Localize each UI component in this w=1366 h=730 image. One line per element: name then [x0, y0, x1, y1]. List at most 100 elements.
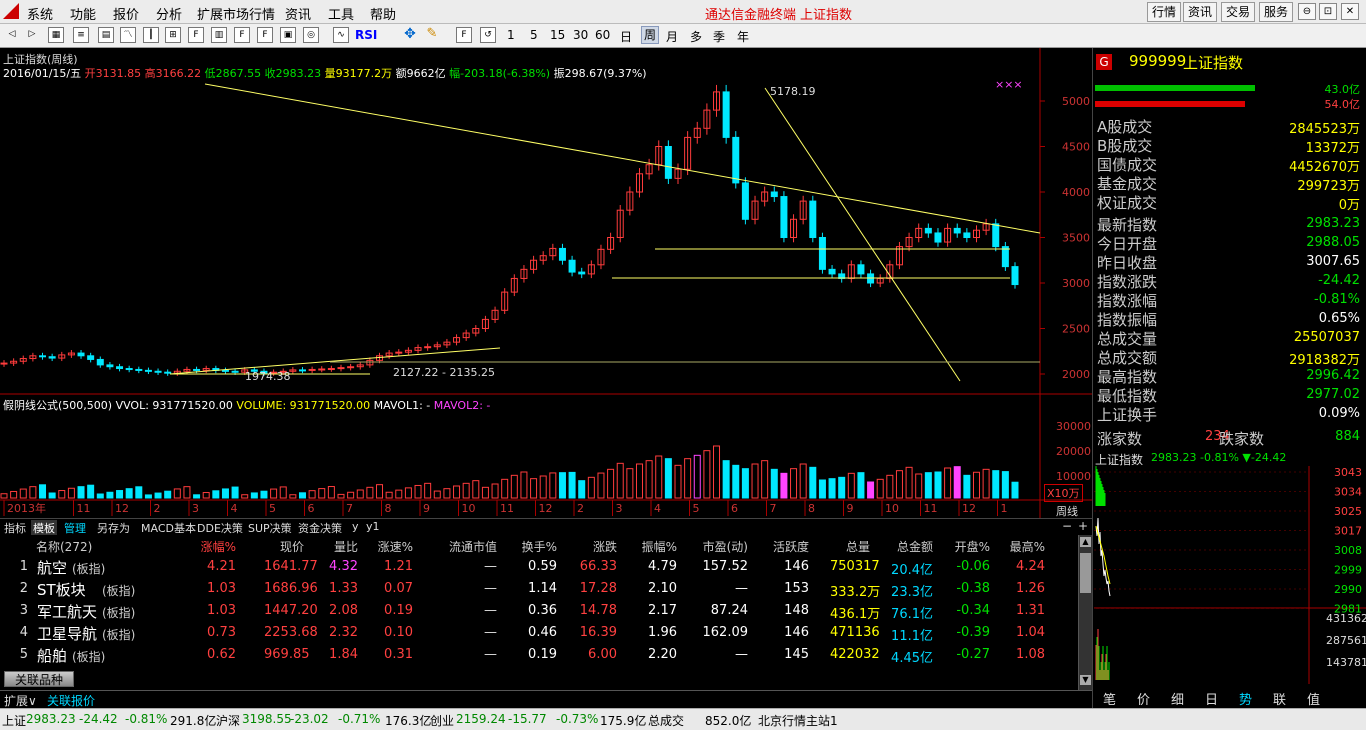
rsi-button[interactable]: RSI: [355, 28, 377, 42]
period-multi[interactable]: 多: [690, 28, 702, 45]
menu-function[interactable]: 功能: [70, 4, 96, 23]
col-change-pct[interactable]: 涨幅%: [196, 538, 236, 555]
period-5min[interactable]: 5: [530, 28, 538, 42]
related-quote-tab[interactable]: 关联报价: [47, 692, 95, 709]
tab-fund[interactable]: 资金决策: [296, 520, 344, 536]
related-tab[interactable]: 关联品种: [4, 671, 74, 687]
tab-y1[interactable]: y1: [364, 520, 382, 533]
trade-button[interactable]: 交易: [1221, 2, 1255, 22]
period-60min[interactable]: 60: [595, 28, 610, 42]
kline-svg[interactable]: 5000 4500 4000 3500 3000 2500 2000 30000 20000 10…: [0, 48, 1092, 518]
panel-tab[interactable]: 日: [1205, 689, 1218, 708]
menu-news[interactable]: 资讯: [285, 4, 311, 23]
scroll-up-icon[interactable]: ▲: [1080, 537, 1091, 547]
intraday-mini-chart[interactable]: 3043303430253017300829992990298143136228…: [1094, 466, 1366, 684]
back-arrow-icon[interactable]: ◁: [4, 27, 20, 43]
pencil-icon[interactable]: ✎: [424, 27, 440, 43]
menu-extended-market[interactable]: 扩展市场行情: [197, 4, 275, 23]
menu-tools[interactable]: 工具: [328, 4, 354, 23]
tab-manage[interactable]: 管理: [62, 520, 88, 536]
news-button[interactable]: 资讯: [1183, 2, 1217, 22]
table-row[interactable]: 4 卫星导航 (板指) 0.73 2253.68 2.32 0.10 — 0.46 16.39 1.…: [0, 623, 1078, 645]
zoom-out-icon[interactable]: −: [1062, 519, 1072, 533]
scroll-thumb[interactable]: [1080, 553, 1091, 593]
panel-tab[interactable]: 笔: [1103, 689, 1116, 708]
fundamental-icon[interactable]: F: [234, 27, 250, 43]
col-amplitude[interactable]: 振幅%: [637, 538, 677, 555]
menu-help[interactable]: 帮助: [370, 4, 396, 23]
panel-tab[interactable]: 值: [1307, 689, 1320, 708]
formula-icon[interactable]: F: [456, 27, 472, 43]
stat-value: 299723万: [1297, 179, 1360, 194]
period-quarter[interactable]: 季: [713, 28, 725, 45]
col-float-cap[interactable]: 流通市值: [437, 538, 497, 555]
tab-indicator[interactable]: 指标: [2, 520, 28, 536]
panel-tab[interactable]: 细: [1171, 689, 1184, 708]
col-volume[interactable]: 总量: [830, 538, 870, 555]
table-row[interactable]: 5 船舶 (板指) 0.62 969.85 1.84 0.31 — 0.19 6.00 2.20 — 1…: [0, 645, 1078, 667]
scroll-down-icon[interactable]: ▼: [1080, 675, 1091, 685]
col-high-pct[interactable]: 最高%: [1005, 538, 1045, 555]
tab-save-as[interactable]: 另存为: [95, 520, 132, 536]
col-speed[interactable]: 涨速%: [373, 538, 413, 555]
close-icon[interactable]: ✕: [1341, 3, 1359, 20]
service-button[interactable]: 服务: [1259, 2, 1293, 22]
forward-arrow-icon[interactable]: ▷: [24, 27, 40, 43]
menu-analysis[interactable]: 分析: [156, 4, 182, 23]
kline-chart[interactable]: 5000 4500 4000 3500 3000 2500 2000 30000 20000 10…: [0, 48, 1092, 518]
wave-icon[interactable]: ∿: [333, 27, 349, 43]
tab-dde[interactable]: DDE决策: [195, 520, 245, 536]
col-pe[interactable]: 市盈(动): [688, 538, 748, 555]
period-30min[interactable]: 30: [573, 28, 588, 42]
tab-sup[interactable]: SUP决策: [246, 520, 294, 536]
up-count-label: 涨家数: [1097, 430, 1143, 448]
col-turnover[interactable]: 换手%: [517, 538, 557, 555]
table-icon[interactable]: ▤: [98, 27, 114, 43]
table-row[interactable]: 3 军工航天 (板指) 1.03 1447.20 2.08 0.19 — 0.36 14.78 2.…: [0, 601, 1078, 623]
quote-button[interactable]: 行情: [1147, 2, 1181, 22]
menu-quote[interactable]: 报价: [113, 4, 139, 23]
period-year[interactable]: 年: [737, 28, 749, 45]
table-row[interactable]: 1 航空 (板指) 4.21 1641.77 4.32 1.21 — 0.59 66.33 4.79…: [0, 557, 1078, 579]
panel-tab[interactable]: 势: [1239, 689, 1252, 708]
menu-system[interactable]: 系统: [27, 4, 53, 23]
table-row[interactable]: 2 ST板块 (板指) 1.03 1686.96 1.33 0.07 — 1.14 17.28 2.…: [0, 579, 1078, 601]
restore-icon[interactable]: ↺: [480, 27, 496, 43]
col-amount[interactable]: 总金额: [888, 538, 933, 555]
col-open-pct[interactable]: 开盘%: [950, 538, 990, 555]
volume-bar: [578, 480, 586, 499]
report-icon[interactable]: ▥: [211, 27, 227, 43]
col-price[interactable]: 现价: [264, 538, 304, 555]
refresh-icon[interactable]: ◎: [303, 27, 319, 43]
candle-icon[interactable]: ┃: [143, 27, 159, 43]
compare-icon[interactable]: ⊞: [165, 27, 181, 43]
line-chart-icon[interactable]: 〽: [120, 27, 136, 43]
tab-macd[interactable]: MACD基本: [139, 520, 198, 536]
col-name[interactable]: 名称(272): [36, 538, 92, 555]
col-vol-ratio[interactable]: 量比: [318, 538, 358, 555]
list-icon[interactable]: ≡: [73, 27, 89, 43]
period-week[interactable]: 周: [641, 26, 660, 44]
table-scrollbar[interactable]: ▲ ▼: [1078, 535, 1092, 690]
server-name[interactable]: 北京行情主站1: [758, 712, 838, 729]
panel-tab[interactable]: 联: [1273, 689, 1286, 708]
grid-icon[interactable]: ▦: [48, 27, 64, 43]
period-month[interactable]: 月: [666, 28, 678, 45]
tab-template[interactable]: 模板: [31, 520, 57, 536]
col-activity[interactable]: 活跃度: [764, 538, 809, 555]
fz-icon[interactable]: F: [257, 27, 273, 43]
chart-window-icon[interactable]: ▣: [280, 27, 296, 43]
maximize-icon[interactable]: ⊡: [1319, 3, 1337, 20]
table-cell: 20.4亿: [891, 563, 933, 578]
expand-tab[interactable]: 扩展∨: [4, 692, 37, 709]
minimize-icon[interactable]: ⊖: [1298, 3, 1316, 20]
zoom-in-icon[interactable]: +: [1078, 519, 1088, 533]
f10-icon[interactable]: F: [188, 27, 204, 43]
panel-tab[interactable]: 价: [1137, 689, 1150, 708]
period-day[interactable]: 日: [620, 28, 632, 45]
move-icon[interactable]: ✥: [402, 27, 418, 43]
period-15min[interactable]: 15: [550, 28, 565, 42]
col-change[interactable]: 涨跌: [577, 538, 617, 555]
tab-y[interactable]: y: [350, 520, 361, 533]
period-1min[interactable]: 1: [507, 28, 515, 42]
